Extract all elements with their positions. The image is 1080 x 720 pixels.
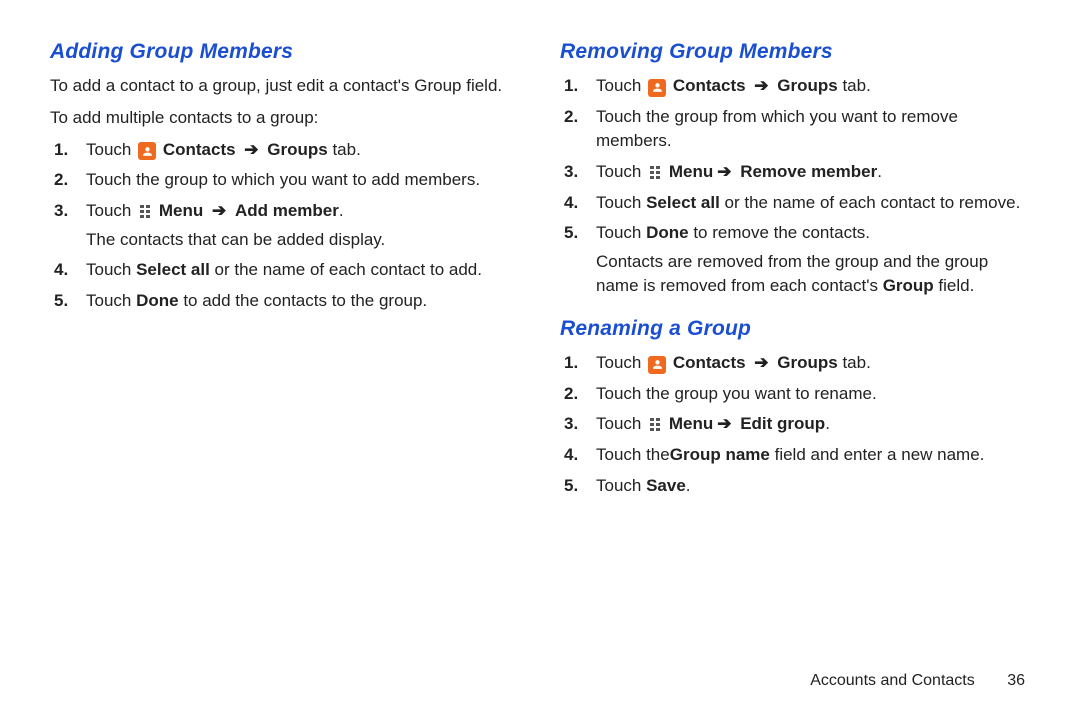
- arrow-icon: ➔: [212, 199, 226, 224]
- step-text: Touch: [596, 353, 646, 372]
- step: Touch Contacts ➔ Groups tab.: [590, 351, 1030, 376]
- step-text: tab.: [332, 140, 360, 159]
- step-bold: Menu: [669, 414, 713, 433]
- manual-page: Adding Group Members To add a contact to…: [0, 0, 1080, 720]
- page-number: 36: [1007, 672, 1025, 690]
- step-text: tab.: [842, 353, 870, 372]
- heading-removing-group-members: Removing Group Members: [560, 40, 1030, 64]
- step: Touch Menu➔ Edit group.: [590, 412, 1030, 437]
- menu-icon: [648, 416, 662, 432]
- step-text: Touch: [596, 193, 646, 212]
- step-subtext: Contacts are removed from the group and …: [596, 250, 1030, 299]
- step-text: Touch the group to which you want to add…: [86, 170, 480, 189]
- step-text: .: [877, 162, 882, 181]
- step-text: or the name of each contact to remove.: [720, 193, 1021, 212]
- steps-adding: Touch Contacts ➔ Groups tab. Touch the g…: [50, 138, 520, 314]
- contacts-icon: [648, 356, 666, 374]
- step-text: Touch the: [596, 445, 670, 464]
- step: Touch Done to add the contacts to the gr…: [80, 289, 520, 314]
- step-text: to add the contacts to the group.: [179, 291, 428, 310]
- step-bold: Groups: [267, 140, 332, 159]
- heading-adding-group-members: Adding Group Members: [50, 40, 520, 64]
- right-column: Removing Group Members Touch Contacts ➔ …: [560, 40, 1030, 508]
- menu-icon: [138, 203, 152, 219]
- step-bold: Select all: [646, 193, 720, 212]
- contacts-icon: [138, 142, 156, 160]
- step-bold: Done: [646, 223, 689, 242]
- step: Touch Menu ➔ Add member. The contacts th…: [80, 199, 520, 252]
- intro-text: To add a contact to a group, just edit a…: [50, 74, 520, 98]
- arrow-icon: ➔: [754, 351, 768, 376]
- footer-section: Accounts and Contacts: [810, 672, 975, 689]
- left-column: Adding Group Members To add a contact to…: [50, 40, 520, 508]
- step: Touch Menu➔ Remove member.: [590, 160, 1030, 185]
- step-bold: Groups: [777, 353, 842, 372]
- contacts-icon: [648, 79, 666, 97]
- step-text: Touch: [86, 201, 136, 220]
- menu-icon: [648, 164, 662, 180]
- step-text: Touch: [86, 260, 136, 279]
- step-bold: Contacts: [673, 353, 746, 372]
- step-text: Touch: [596, 476, 646, 495]
- step-bold: Menu: [669, 162, 713, 181]
- step-text: Touch: [596, 223, 646, 242]
- steps-renaming: Touch Contacts ➔ Groups tab. Touch the g…: [560, 351, 1030, 498]
- step-bold: Add member: [235, 201, 339, 220]
- step-text: .: [339, 201, 344, 220]
- step: Touch the group to which you want to add…: [80, 168, 520, 193]
- step-bold: Contacts: [673, 76, 746, 95]
- step-text: Touch: [596, 414, 646, 433]
- step-bold: Group name: [670, 445, 775, 464]
- intro-text-2: To add multiple contacts to a group:: [50, 106, 520, 130]
- step-text: field and enter a new name.: [775, 445, 985, 464]
- step: Touch Select all or the name of each con…: [80, 258, 520, 283]
- arrow-icon: ➔: [717, 160, 731, 185]
- step: Touch Save.: [590, 474, 1030, 499]
- step-text: to remove the contacts.: [689, 223, 870, 242]
- step-text: Touch: [596, 76, 646, 95]
- step-text: Touch the group from which you want to r…: [596, 107, 958, 151]
- step-subtext: The contacts that can be added display.: [86, 228, 520, 253]
- step-text: Touch: [596, 162, 646, 181]
- step-text: tab.: [842, 76, 870, 95]
- step-bold: Groups: [777, 76, 842, 95]
- arrow-icon: ➔: [754, 74, 768, 99]
- step-text: or the name of each contact to add.: [210, 260, 482, 279]
- step-bold: Done: [136, 291, 179, 310]
- step: Touch the group from which you want to r…: [590, 105, 1030, 154]
- step: Touch theGroup name field and enter a ne…: [590, 443, 1030, 468]
- step: Touch Contacts ➔ Groups tab.: [590, 74, 1030, 99]
- heading-renaming-a-group: Renaming a Group: [560, 317, 1030, 341]
- step: Touch Done to remove the contacts. Conta…: [590, 221, 1030, 299]
- step-text: .: [825, 414, 830, 433]
- two-column-layout: Adding Group Members To add a contact to…: [50, 40, 1030, 508]
- step-bold: Save: [646, 476, 686, 495]
- step-text: Touch: [86, 291, 136, 310]
- step-subtext-bold: Group: [883, 276, 934, 295]
- arrow-icon: ➔: [717, 412, 731, 437]
- steps-removing: Touch Contacts ➔ Groups tab. Touch the g…: [560, 74, 1030, 299]
- step: Touch Contacts ➔ Groups tab.: [80, 138, 520, 163]
- step: Touch Select all or the name of each con…: [590, 191, 1030, 216]
- step-text: Touch: [86, 140, 136, 159]
- arrow-icon: ➔: [244, 138, 258, 163]
- step-bold: Remove member: [740, 162, 877, 181]
- step: Touch the group you want to rename.: [590, 382, 1030, 407]
- step-subtext-part: field.: [934, 276, 975, 295]
- step-text: .: [686, 476, 691, 495]
- step-bold: Menu: [159, 201, 203, 220]
- step-text: Touch the group you want to rename.: [596, 384, 877, 403]
- step-bold: Contacts: [163, 140, 236, 159]
- step-bold: Edit group: [740, 414, 825, 433]
- page-footer: Accounts and Contacts 36: [810, 672, 1025, 690]
- step-bold: Select all: [136, 260, 210, 279]
